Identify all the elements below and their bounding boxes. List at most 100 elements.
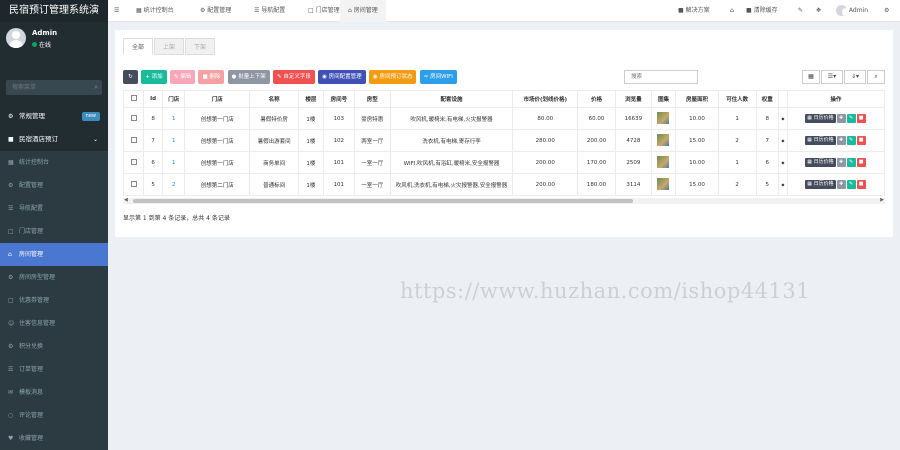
home-link-icon[interactable]: ⌂ — [730, 0, 734, 22]
delete-icon[interactable]: ■ — [856, 114, 866, 123]
col-id[interactable]: Id — [143, 90, 164, 108]
cell-store-id[interactable]: 1 — [162, 107, 186, 130]
row-checkbox-cell[interactable] — [123, 151, 145, 174]
dated-price-button[interactable]: ▦ 日历价格 — [805, 180, 836, 189]
cell-gallery[interactable] — [650, 107, 677, 130]
export-dropdown-icon[interactable]: ⇓▾ — [844, 70, 866, 84]
edit-icon[interactable]: ✎ — [846, 114, 856, 123]
sidebar-item-rooms[interactable]: ⌂ 房间管理 — [0, 243, 108, 266]
table-row[interactable]: 6 1 创想第一门店 商务单间 1楼 101 一室一厅 WIFI,吹风机,有浴缸,暖椅米,安全… — [123, 151, 885, 174]
sidebar-item-points[interactable]: ⚙ 积分兑换 — [0, 335, 108, 358]
col-floor[interactable]: 楼层 — [298, 90, 324, 108]
delete-button[interactable]: ■ 删除 — [198, 70, 225, 84]
cell-store-id[interactable]: 1 — [162, 129, 186, 152]
tab-nav[interactable]: ☰ 导航配置 — [246, 0, 293, 22]
col-room-no[interactable]: 房间号 — [322, 90, 355, 108]
search-input[interactable] — [6, 80, 86, 95]
col-area[interactable]: 房屋面积 — [675, 90, 719, 108]
cell-gallery[interactable] — [650, 151, 677, 174]
room-wifi-button[interactable]: ≈ 房间WIFI — [419, 70, 457, 84]
menu-toggle-icon[interactable]: ☰ — [114, 0, 119, 22]
sidebar-item-stores[interactable]: □ 门店管理 — [0, 220, 108, 243]
search-icon[interactable]: ⌕ — [94, 83, 98, 92]
table-row[interactable]: 7 1 创想第一门店 暑假出游套间 1楼 102 两室一厅 洗衣机,有电梯,寄存行李 280.0… — [123, 129, 885, 152]
table-search-input[interactable] — [624, 70, 698, 84]
checkbox[interactable] — [130, 114, 137, 121]
delete-icon[interactable]: ■ — [856, 158, 866, 167]
table-row[interactable]: 8 1 创想第一门店 暑假特价房 1楼 103 豪房特惠 吹风机,暖椅米,有电梯,火灾报警器 8… — [123, 107, 885, 130]
room-thumbnail[interactable] — [657, 133, 670, 146]
tab-dashboard[interactable]: ▦ 统计控制台 — [128, 0, 182, 22]
col-store-id[interactable]: 门店 — [162, 90, 186, 108]
col-facilities[interactable]: 配套设施 — [389, 90, 514, 108]
room-booking-button[interactable]: ◉ 房间预订状态 — [368, 70, 417, 84]
add-button[interactable]: + 添加 — [141, 70, 167, 84]
room-thumbnail[interactable] — [657, 177, 670, 190]
select-all-checkbox[interactable] — [123, 90, 145, 108]
scroll-left-icon[interactable]: ◀ — [124, 197, 128, 203]
table-row[interactable]: 5 2 创想第二门店 普通标间 1楼 101 一室一厅 吹风机,洗衣机,有电梯,火灾报警器,安… — [123, 173, 885, 196]
col-market-price[interactable]: 市场价(划线价格) — [512, 90, 579, 108]
tab-rooms[interactable]: ⌂ 房间管理 — [340, 0, 386, 22]
col-room-type[interactable]: 房型 — [353, 90, 391, 108]
solution-link[interactable]: ■ 解决方案 — [678, 0, 710, 22]
app-title[interactable]: 民宿预订管理系统演 — [0, 0, 108, 22]
delete-icon[interactable]: ■ — [856, 180, 866, 189]
topbar-user[interactable]: Admin — [836, 0, 868, 22]
sidebar-item-comments[interactable]: ○ 评论管理 — [0, 404, 108, 427]
scroll-right-icon[interactable]: ▶ — [880, 197, 884, 203]
move-icon[interactable]: ✚ — [836, 180, 846, 189]
cell-gallery[interactable] — [650, 173, 677, 196]
cell-store-id[interactable]: 2 — [162, 173, 186, 196]
custom-field-button[interactable]: ✎ 自定义字段 — [272, 70, 315, 84]
sidebar-item-templates[interactable]: ✉ 模板消息 — [0, 381, 108, 404]
room-thumbnail[interactable] — [657, 155, 670, 168]
scrollbar-thumb[interactable] — [133, 199, 633, 203]
sidebar-item-dashboard[interactable]: ▦ 统计控制台 — [0, 151, 108, 174]
move-icon[interactable]: ✚ — [836, 158, 846, 167]
sidebar-item-hotel[interactable]: ■ 民宿酒店预订 ⌄ — [0, 128, 108, 151]
col-name[interactable]: 名称 — [249, 90, 300, 108]
fullscreen-icon[interactable]: ✥ — [816, 0, 821, 22]
dated-price-button[interactable]: ▦ 日历价格 — [805, 158, 836, 167]
delete-icon[interactable]: ■ — [856, 136, 866, 145]
tab-all[interactable]: 全部 — [123, 38, 154, 55]
translate-icon[interactable]: ✎ — [798, 0, 803, 22]
sidebar-item-room-types[interactable]: ⚙ 房间房型管理 — [0, 266, 108, 289]
room-config-button[interactable]: ◉ 房间配置管理 — [318, 70, 366, 84]
checkbox[interactable] — [130, 158, 137, 165]
batch-shelf-button[interactable]: ● 批量上下架 — [227, 70, 270, 84]
sidebar-item-config[interactable]: ⚙ 配置管理 — [0, 174, 108, 197]
col-gallery[interactable]: 图集 — [650, 90, 677, 108]
row-checkbox-cell[interactable] — [123, 129, 145, 152]
clear-cache-button[interactable]: ■ 清除缓存 — [746, 0, 778, 22]
col-store[interactable]: 门店 — [184, 90, 251, 108]
dated-price-button[interactable]: ▦ 日历价格 — [805, 114, 836, 123]
checkbox[interactable] — [130, 136, 137, 143]
sidebar-item-general[interactable]: ⚙ 常规管理 new — [0, 105, 108, 128]
move-icon[interactable]: ✚ — [836, 136, 846, 145]
col-views[interactable]: 浏览量 — [615, 90, 652, 108]
sidebar-item-nav[interactable]: ☰ 导航配置 — [0, 197, 108, 220]
tab-off-shelf[interactable]: 下架 — [185, 38, 216, 55]
checkbox[interactable] — [130, 95, 137, 101]
move-icon[interactable]: ✚ — [836, 114, 846, 123]
cell-store-id[interactable]: 1 — [162, 151, 186, 174]
edit-button[interactable]: ✎ 编辑 — [169, 70, 196, 84]
col-price[interactable]: 价格 — [577, 90, 617, 108]
sidebar-item-favorites[interactable]: ♥ 收藏管理 — [0, 427, 108, 450]
sidebar-item-orders[interactable]: ☰ 订单管理 — [0, 358, 108, 381]
sidebar-item-guests[interactable]: ☺ 住客信息管理 — [0, 312, 108, 335]
room-thumbnail[interactable] — [657, 111, 670, 124]
horizontal-scrollbar[interactable]: ◀ ▶ — [123, 197, 885, 204]
sidebar-item-coupons[interactable]: □ 优惠券管理 — [0, 289, 108, 312]
checkbox[interactable] — [130, 180, 137, 187]
tab-on-shelf[interactable]: 上架 — [154, 38, 185, 55]
col-weight[interactable]: 权重 — [755, 90, 779, 108]
tab-config[interactable]: ⚙ 配置管理 — [192, 0, 239, 22]
edit-icon[interactable]: ✎ — [846, 158, 856, 167]
search-icon[interactable]: ⌕ — [867, 70, 885, 84]
edit-icon[interactable]: ✎ — [846, 136, 856, 145]
columns-dropdown-icon[interactable]: ☰▾ — [821, 70, 843, 84]
toggle-view-icon[interactable]: ▦ — [802, 70, 820, 84]
